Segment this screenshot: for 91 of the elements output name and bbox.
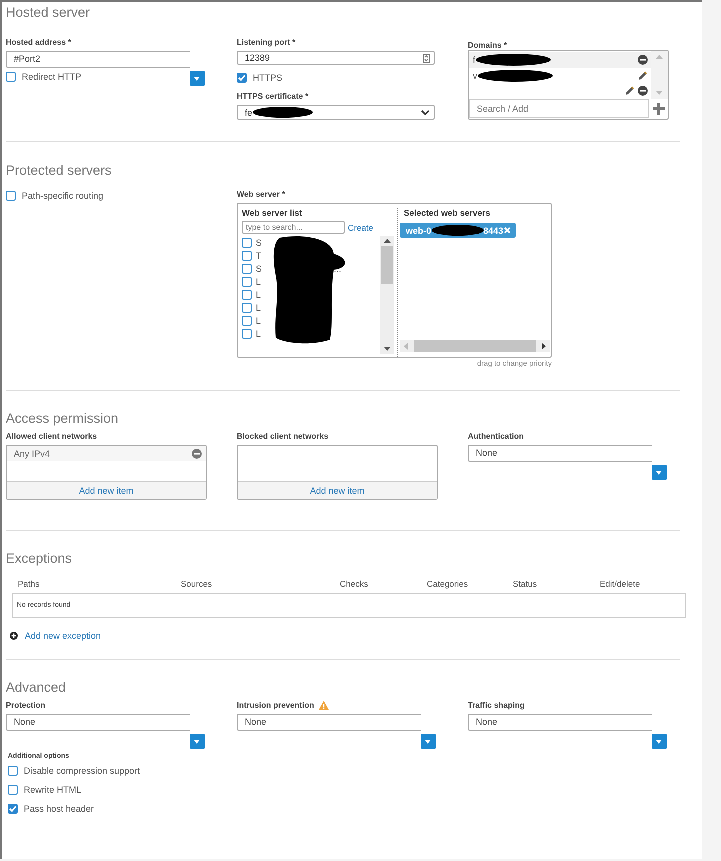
checkbox-label: HTTPS [253,73,283,83]
server-name: L [256,328,262,338]
list-heading: Selected web servers [404,208,492,218]
network-item: Any IPv4 [14,448,50,458]
remove-icon[interactable] [638,54,648,65]
server-name: T [256,250,262,260]
port-field[interactable]: 12389 [237,51,435,65]
scroll-down-icon[interactable] [384,347,390,351]
spinner-icon [423,54,430,62]
server-name: S [256,238,262,248]
checkbox-label: Path-specific routing [22,191,104,201]
redaction-mark [252,107,313,118]
checkbox[interactable] [242,328,252,338]
dropdown-button[interactable] [652,734,667,749]
select-field[interactable]: #Port2 [6,51,190,68]
add-item-link[interactable]: Add new item [7,481,206,499]
server-name: L [256,316,262,326]
checkbox-label: Redirect HTTP [22,72,82,82]
section-title: Advanced [6,679,66,695]
select-field[interactable]: None [468,714,652,731]
field-label: Domains * [468,41,508,50]
server-name: L [256,276,262,286]
scroll-up-icon[interactable] [384,239,390,243]
field-label: Hosted address * [6,38,72,47]
checkbox[interactable] [242,238,252,248]
ellipsis: ... [334,264,342,274]
checkbox[interactable] [8,785,18,795]
list-heading: Web server list [242,208,302,218]
search-field[interactable]: Search / Add [469,99,649,118]
remove-icon[interactable] [192,448,202,458]
domain-text: f [473,54,476,65]
checkbox[interactable] [8,804,18,814]
checkbox[interactable] [242,276,252,286]
add-item-link[interactable]: Add new item [238,481,437,499]
server-name: S [256,264,262,274]
add-exception-link[interactable]: Add new exception [25,631,102,641]
checkbox[interactable] [242,264,252,274]
checkbox-label: Rewrite HTML [24,785,82,795]
section-title: Access permission [6,410,119,426]
checkbox[interactable] [6,72,16,82]
select-field[interactable]: None [237,714,421,731]
checkbox-label: Pass host header [24,804,94,814]
field-label: Protection [6,701,47,710]
section-title: Hosted server [6,4,90,20]
checkbox[interactable] [242,302,252,312]
column-header: Paths [18,579,41,589]
field-label: Blocked client networks [237,432,330,441]
field-label: Allowed client networks [6,432,98,441]
checkbox[interactable] [6,191,16,201]
redaction-mark [432,225,484,236]
pencil-icon[interactable] [638,70,648,80]
scroll-right-icon[interactable] [542,342,546,350]
dropdown-button[interactable] [190,71,205,86]
server-name: L [256,302,262,312]
pencil-icon[interactable] [625,86,635,96]
column-header: Edit/delete [600,579,642,589]
remove-icon[interactable] [638,86,648,96]
search-field[interactable]: type to search... [242,221,345,234]
field-label: HTTPS certificate * [237,92,310,101]
column-header: Sources [181,579,214,589]
dropdown-button[interactable] [190,734,205,749]
select-field[interactable]: None [468,445,652,462]
section-title: Protected servers [6,162,112,178]
dropdown-button[interactable] [652,465,667,480]
column-header: Categories [427,579,470,589]
dropdown-button[interactable] [421,734,436,749]
create-link[interactable]: Create [348,222,374,232]
column-header: Status [513,579,538,589]
close-icon[interactable] [504,227,511,234]
checkbox[interactable] [242,316,252,326]
scrollbar[interactable] [400,340,550,352]
field-label: Intrusion prevention [237,701,314,710]
domain-text: v [473,70,478,80]
field-label: Listening port * [237,38,297,47]
section-title: Exceptions [6,550,72,566]
chevron-icon [421,110,430,116]
domain-row[interactable]: v [469,68,651,84]
field-label: Authentication [468,432,525,441]
checkbox[interactable] [242,250,252,260]
scrollbar[interactable] [380,236,394,354]
checkbox[interactable] [8,766,18,776]
field-label: Traffic shaping [468,701,526,710]
server-name: L [256,290,262,300]
select-field[interactable]: fe [237,105,435,120]
select-field[interactable]: None [6,714,190,731]
domain-row[interactable]: f [469,52,651,68]
checkbox[interactable] [237,73,247,83]
column-header: Checks [340,579,370,589]
checkbox[interactable] [242,290,252,300]
field-label: Web server * [237,190,286,199]
checkbox-label: Disable compression support [24,766,140,776]
